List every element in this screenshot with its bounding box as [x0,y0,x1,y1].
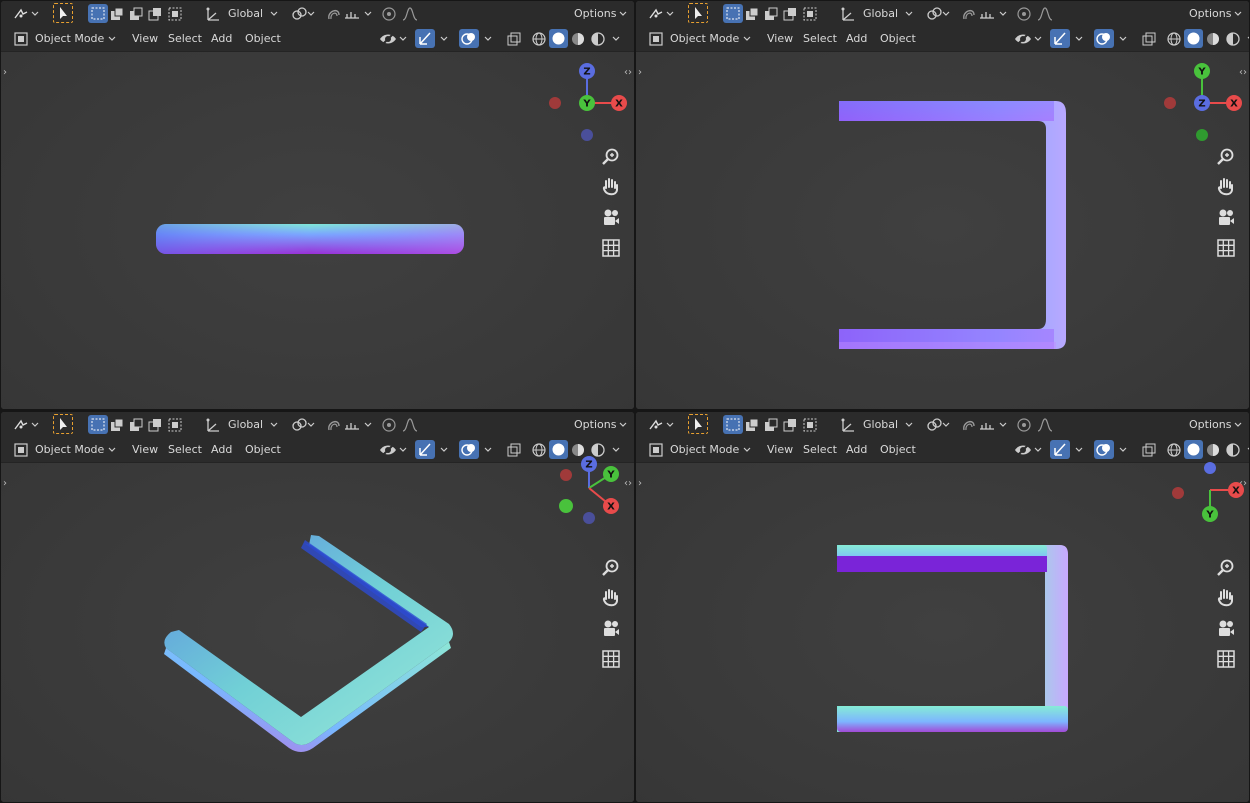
camera-icon[interactable] [1215,618,1237,640]
navigation-gizmo[interactable]: Z Y X [539,436,629,526]
axis-neg-y[interactable] [1196,129,1208,141]
svg-text:Y: Y [1205,510,1214,521]
zoom-icon[interactable] [1215,146,1237,168]
axis-neg-x[interactable] [1164,97,1176,109]
grid-icon[interactable] [1215,237,1237,259]
camera-icon[interactable] [1215,207,1237,229]
svg-text:Z: Z [583,67,590,78]
grid-icon[interactable] [600,648,622,670]
grid-icon[interactable] [600,237,622,259]
camera-icon[interactable] [600,207,622,229]
svg-text:Y: Y [606,470,615,481]
zoom-icon[interactable] [1215,557,1237,579]
3d-viewport-1[interactable]: Global Options Object Mode View Select A… [1,1,634,409]
pan-hand-icon[interactable] [1215,587,1237,609]
axis-neg-y[interactable] [559,499,573,513]
svg-text:X: X [607,502,615,513]
3d-viewport-3[interactable]: Global Options Object Mode View Select A… [1,412,634,802]
axis-neg-y[interactable] [581,129,593,141]
mesh-bracket[interactable] [837,545,1068,732]
navigation-gizmo[interactable]: XY [1154,432,1244,522]
axis-z[interactable] [1204,462,1216,474]
camera-icon[interactable] [600,618,622,640]
axis-neg-x[interactable] [549,97,561,109]
svg-text:Z: Z [1198,99,1205,110]
svg-text:Y: Y [582,99,591,110]
3d-viewport-4[interactable]: Global Options Object Mode View Select A… [636,412,1249,802]
axis-neg-z[interactable] [583,512,595,524]
navigation-gizmo[interactable]: Y Z X [1154,59,1244,149]
svg-text:X: X [1230,99,1238,110]
svg-text:X: X [1232,486,1240,497]
3d-viewport-2[interactable]: Global Options Object Mode View Select A… [636,1,1249,409]
navigation-gizmo[interactable]: Z Y X [539,59,629,149]
zoom-icon[interactable] [600,146,622,168]
svg-text:Y: Y [1197,67,1206,78]
mesh-bracket[interactable] [839,101,1066,349]
pan-hand-icon[interactable] [600,587,622,609]
pan-hand-icon[interactable] [1215,176,1237,198]
pan-hand-icon[interactable] [600,176,622,198]
svg-text:Z: Z [585,460,592,471]
mesh-bracket[interactable] [164,535,454,745]
svg-text:X: X [615,99,623,110]
zoom-icon[interactable] [600,557,622,579]
axis-neg-x[interactable] [1172,487,1184,499]
axis-neg-x[interactable] [560,469,572,481]
grid-icon[interactable] [1215,648,1237,670]
